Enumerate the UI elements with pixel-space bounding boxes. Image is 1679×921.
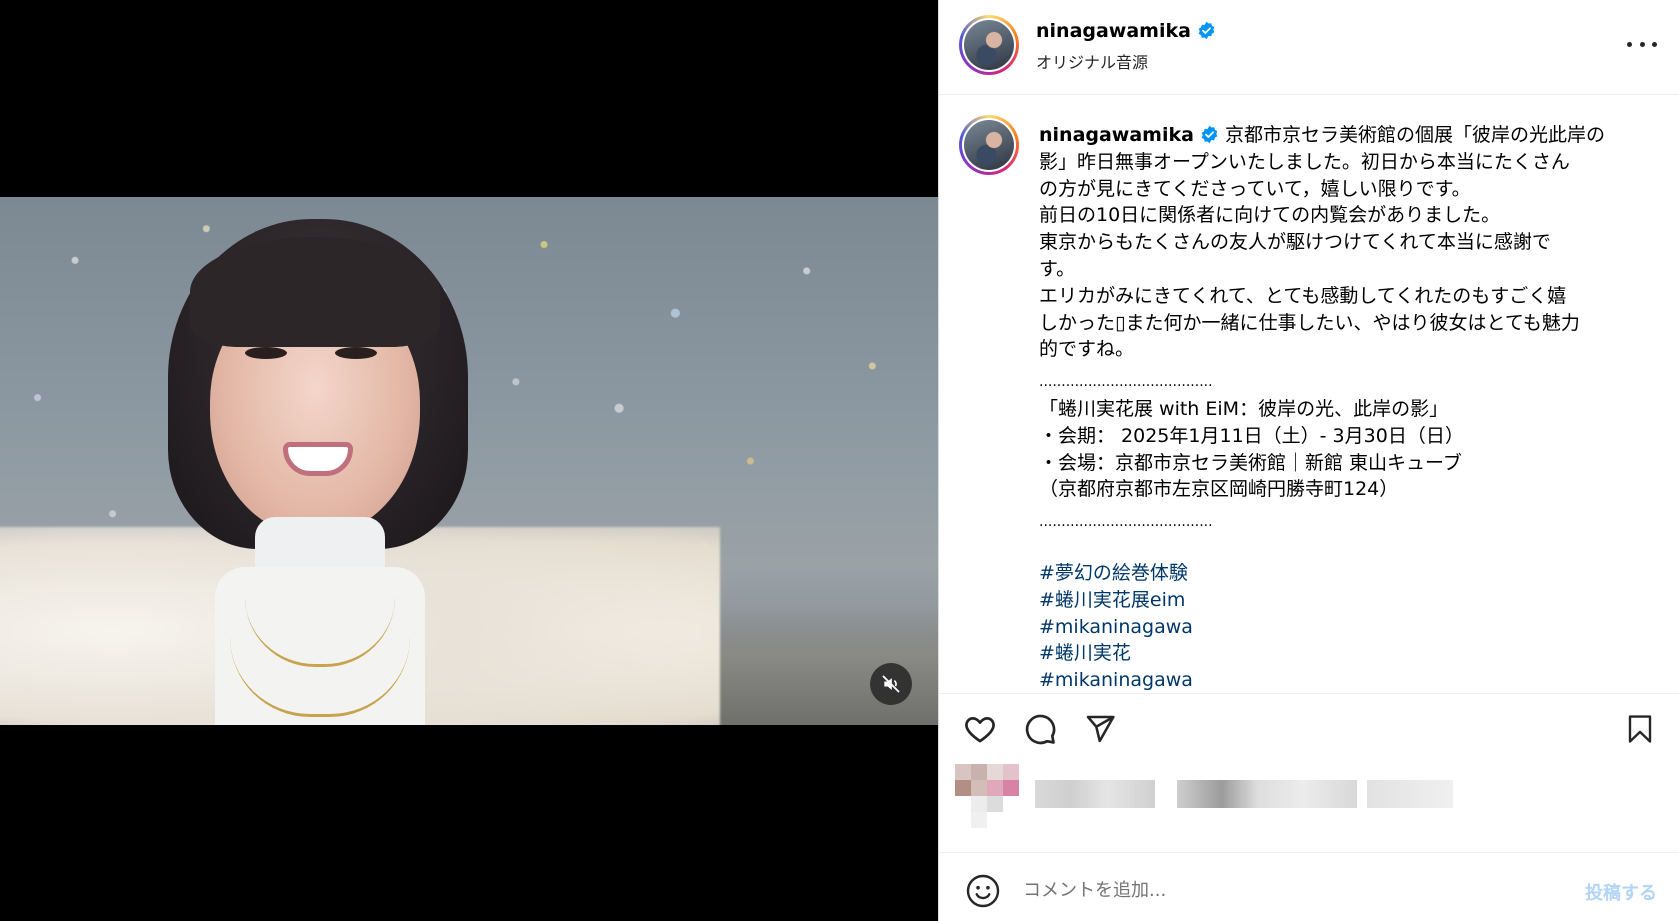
bookmark-icon (1628, 715, 1652, 743)
comment-bar: 投稿する (939, 852, 1679, 921)
verified-badge-icon (1201, 125, 1218, 144)
hashtag-link[interactable]: #蜷川実花 (1039, 640, 1659, 667)
video-player[interactable] (0, 0, 938, 921)
caption-avatar[interactable] (959, 115, 1019, 175)
header-username[interactable]: ninagawamika (1036, 20, 1216, 42)
save-button[interactable] (1621, 710, 1659, 748)
hashtag-link[interactable]: #mikaninagawa (1039, 667, 1659, 693)
right-eye (335, 347, 377, 359)
more-icon (1627, 41, 1632, 47)
caption-line: エリカがみにきてくれて、とても感動してくれたのもすごく嬉 (1039, 284, 1567, 307)
muted-speaker-icon (882, 675, 900, 693)
hashtag-link[interactable]: #mikaninagawa (1039, 614, 1659, 641)
like-button[interactable] (961, 710, 999, 748)
more-options-button[interactable] (1627, 32, 1657, 56)
caption-line: 前日の10日に関係者に向けての内覧会がありました。 (1039, 204, 1501, 227)
comment-input[interactable] (1023, 875, 1523, 905)
post-panel: ninagawamika オリジナル音源 ninagawamika 京都市京セラ… (938, 0, 1679, 921)
heart-icon (965, 717, 995, 743)
emoji-button[interactable] (965, 873, 1001, 909)
caption-line: 影」昨日無事オープンいたしました。初日から本当にたくさん (1039, 150, 1570, 173)
exhibition-line: 「蜷川実花展 with EiM：彼岸の光、此岸の影」 (1039, 397, 1449, 420)
comment-button[interactable] (1021, 710, 1059, 748)
caption-username[interactable]: ninagawamika (1039, 124, 1194, 146)
exhibition-line: （京都府京都市左京区岡崎円勝寺町124） (1039, 478, 1399, 501)
left-eye (245, 347, 287, 359)
exhibition-line: ・会期： 2025年1月11日（土）- 3月30日（日） (1039, 424, 1464, 447)
caption: ninagawamika 京都市京セラ美術館の個展「彼岸の光此岸の 影」昨日無事… (1039, 122, 1659, 693)
post-header: ninagawamika オリジナル音源 (939, 0, 1679, 95)
caption-line: 的ですね。 (1039, 338, 1135, 361)
mute-button[interactable] (870, 663, 912, 705)
verified-badge-icon (1198, 21, 1215, 40)
share-icon (1086, 715, 1115, 743)
caption-line: 東京からもたくさんの友人が駆けつけてくれて本当に感謝で (1039, 231, 1551, 254)
caption-line: 京都市京セラ美術館の個展「彼岸の光此岸の (1225, 124, 1606, 146)
audio-label[interactable]: オリジナル音源 (1036, 49, 1148, 73)
avatar-image (964, 120, 1014, 170)
post-comment-button[interactable]: 投稿する (1585, 879, 1657, 905)
caption-line: しかった▯また何か一緒に仕事したい、やはり彼女はとても魅力 (1039, 311, 1580, 334)
avatar-image (964, 20, 1014, 70)
separator: ....................................... (1039, 514, 1213, 531)
exhibition-line: ・会場：京都市京セラ美術館｜新館 東山キューブ (1039, 451, 1462, 474)
action-bar (939, 693, 1679, 763)
caption-line: の方が見にきてくださっていて，嬉しい限りです。 (1039, 177, 1471, 200)
caption-line: す。 (1039, 257, 1076, 280)
emoji-icon (966, 874, 1000, 908)
video-frame (0, 197, 938, 725)
caption-area: ninagawamika 京都市京セラ美術館の個展「彼岸の光此岸の 影」昨日無事… (939, 96, 1679, 693)
hashtag-link[interactable]: #夢幻の絵巻体験 (1039, 560, 1659, 587)
comment-icon (1025, 714, 1056, 745)
bangs (190, 237, 440, 347)
username-text[interactable]: ninagawamika (1036, 20, 1191, 42)
avatar[interactable] (959, 15, 1019, 75)
hashtag-link[interactable]: #蜷川実花展eim (1039, 587, 1659, 614)
separator: ....................................... (1039, 374, 1213, 391)
liked-by-blurred (955, 762, 1655, 842)
share-button[interactable] (1081, 710, 1119, 748)
